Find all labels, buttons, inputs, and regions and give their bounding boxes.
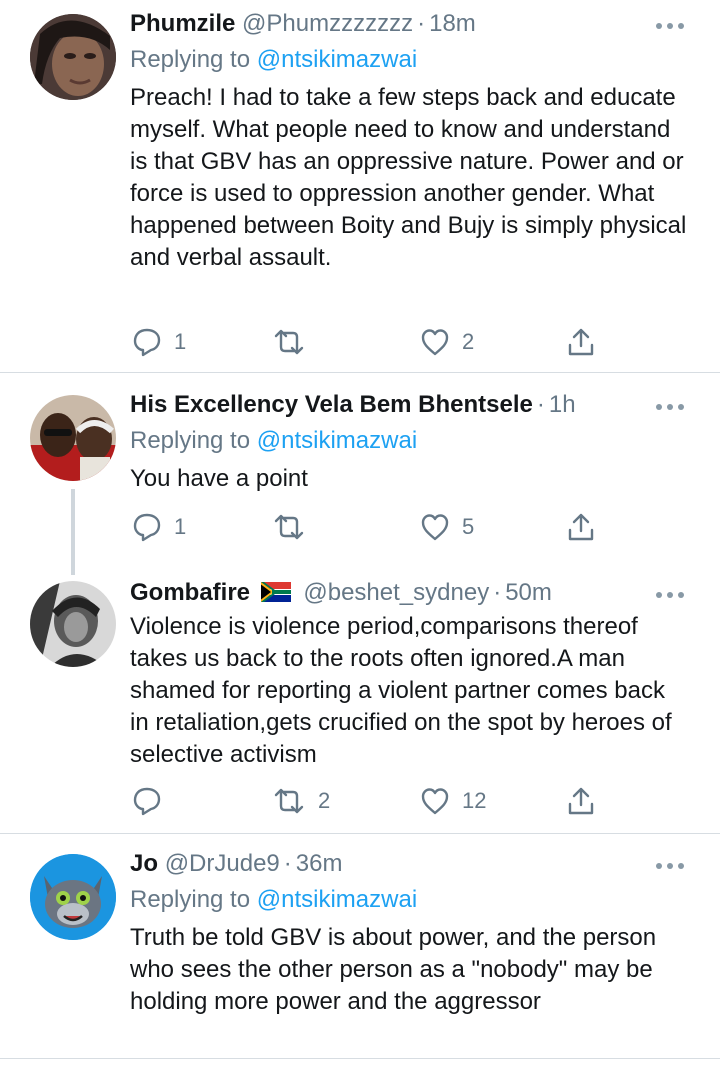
retweet-button[interactable]: 2 — [272, 783, 330, 819]
more-options-icon[interactable] — [656, 862, 686, 870]
reply-button[interactable]: 1 — [132, 324, 186, 360]
replying-to: Replying to @ntsikimazwai — [130, 884, 690, 916]
share-button[interactable] — [566, 509, 596, 545]
display-name[interactable]: Jo — [130, 850, 158, 877]
mention-link[interactable]: @ntsikimazwai — [257, 886, 417, 913]
replying-label: Replying to — [130, 46, 251, 73]
mention-link[interactable]: @ntsikimazwai — [257, 427, 417, 454]
like-button[interactable]: 2 — [420, 324, 474, 360]
tweet-actions: 2 12 — [130, 783, 600, 819]
avatar[interactable] — [30, 854, 116, 940]
retweet-button[interactable] — [272, 509, 318, 545]
replying-label: Replying to — [130, 427, 251, 454]
more-options-icon[interactable] — [656, 591, 686, 599]
mention-link[interactable]: @ntsikimazwai — [257, 46, 417, 73]
more-options-icon[interactable] — [656, 403, 686, 411]
timestamp[interactable]: 1h — [549, 391, 576, 418]
more-options-icon[interactable] — [656, 22, 686, 30]
timestamp[interactable]: 18m — [429, 10, 476, 37]
share-icon — [568, 328, 594, 356]
tweet-header: His Excellency Vela Bem Bhentsele · 1h — [130, 389, 690, 421]
avatar[interactable] — [30, 395, 116, 481]
timestamp[interactable]: 50m — [505, 579, 552, 606]
tweet-actions: 1 5 — [130, 509, 600, 545]
tweet-header: Gombafire @beshet_sydney · 50m — [130, 577, 690, 609]
reply-icon — [133, 328, 161, 357]
retweet-count: 2 — [318, 788, 331, 813]
retweet-button[interactable] — [272, 324, 318, 360]
tweet[interactable]: Gombafire @beshet_sydney · 50m Violence is… — [0, 573, 720, 833]
heart-icon — [421, 514, 449, 541]
reply-count: 1 — [174, 329, 187, 354]
tweet[interactable]: His Excellency Vela Bem Bhentsele · 1h Rep… — [0, 373, 720, 575]
timestamp[interactable]: 36m — [296, 850, 343, 877]
like-button[interactable]: 12 — [420, 783, 486, 819]
share-icon — [568, 513, 594, 541]
like-count: 2 — [462, 329, 475, 354]
replying-label: Replying to — [130, 886, 251, 913]
like-button[interactable]: 5 — [420, 509, 474, 545]
retweet-icon — [274, 514, 304, 540]
tweet-header: Phumzile @Phumzzzzzzz · 18m — [130, 8, 690, 40]
tweet-text: You have a point — [130, 465, 308, 492]
display-name[interactable]: Gombafire — [130, 579, 250, 606]
tweet[interactable]: Jo @DrJude9 · 36m Replying to @ntsikimazwa… — [0, 834, 720, 1065]
heart-icon — [421, 788, 449, 815]
like-count: 5 — [462, 514, 475, 539]
retweet-icon — [274, 329, 304, 355]
heart-icon — [421, 329, 449, 356]
tweet-text: Violence is violence period,comparisons … — [130, 613, 672, 768]
south-africa-flag-icon — [260, 582, 291, 602]
user-handle[interactable]: @beshet_sydney — [303, 579, 489, 606]
reply-icon — [133, 787, 161, 816]
share-button[interactable] — [566, 783, 596, 819]
tweet[interactable]: Phumzile @Phumzzzzzzz · 18m Replying to @n… — [0, 0, 720, 372]
separator: · — [493, 579, 502, 606]
avatar-image — [30, 854, 116, 940]
separator: · — [283, 850, 292, 877]
reply-button[interactable]: 1 — [132, 509, 186, 545]
share-icon — [568, 787, 594, 815]
avatar-image — [30, 395, 116, 481]
separator: · — [536, 391, 545, 418]
avatar[interactable] — [30, 581, 116, 667]
share-button[interactable] — [566, 324, 596, 360]
tweet-text: Preach! I had to take a few steps back a… — [130, 84, 687, 271]
reply-count: 1 — [174, 514, 187, 539]
divider — [0, 1058, 720, 1059]
tweet-header: Jo @DrJude9 · 36m — [130, 848, 690, 880]
tweet-text: Truth be told GBV is about power, and th… — [130, 924, 657, 1015]
replying-to: Replying to @ntsikimazwai — [130, 44, 690, 76]
replying-to: Replying to @ntsikimazwai — [130, 425, 690, 457]
tweet-actions: 1 2 — [130, 324, 600, 360]
avatar-image — [30, 14, 116, 100]
user-handle[interactable]: @DrJude9 — [165, 850, 280, 877]
like-count: 12 — [462, 788, 487, 813]
separator: · — [417, 10, 426, 37]
display-name[interactable]: His Excellency Vela Bem Bhentsele — [130, 391, 533, 418]
reply-button[interactable] — [132, 783, 174, 819]
user-handle[interactable]: @Phumzzzzzzz — [242, 10, 413, 37]
avatar-image — [30, 581, 116, 667]
display-name[interactable]: Phumzile — [130, 10, 235, 37]
reply-icon — [133, 513, 161, 542]
avatar[interactable] — [30, 14, 116, 100]
thread-connector — [71, 489, 75, 575]
retweet-icon — [274, 788, 304, 814]
